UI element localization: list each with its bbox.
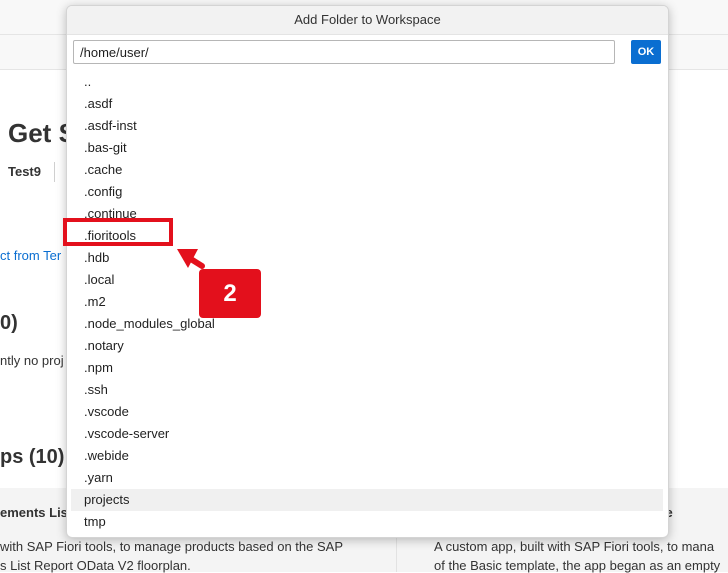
folder-item[interactable]: .yarn [71,467,663,489]
projects-heading: 0) [0,312,18,334]
folder-item[interactable]: .config [71,181,663,203]
folder-item[interactable]: .notary [71,335,663,357]
folder-item[interactable]: .bas-git [71,137,663,159]
folder-item[interactable]: .ssh [71,379,663,401]
folder-item[interactable]: .continue [71,203,663,225]
folder-item[interactable]: .asdf-inst [71,115,663,137]
card-description: A custom app, built with SAP Fiori tools… [434,539,715,554]
folder-item[interactable]: .m2 [71,291,663,313]
folder-item[interactable]: .vscode-server [71,423,663,445]
folder-item[interactable]: .hdb [71,247,663,269]
tab-separator [54,162,55,182]
dialog-title: Add Folder to Workspace [67,6,668,35]
folder-item[interactable]: .. [71,71,663,93]
folder-item[interactable]: projects [71,489,663,511]
folder-item[interactable]: .vscode [71,401,663,423]
folder-item[interactable]: .node_modules_global [71,313,663,335]
sample-apps-heading: ps (10) [0,446,65,468]
card-description: of the Basic template, the app began as … [434,558,721,573]
folder-item[interactable]: .npm [71,357,663,379]
folder-item[interactable]: .webide [71,445,663,467]
no-projects-text: ntly no proj [0,353,64,368]
tab-test9[interactable]: Test9 [8,164,41,179]
create-project-link[interactable]: ct from Ter [0,248,61,263]
card-description: with SAP Fiori tools, to manage products… [0,539,344,554]
card-description: s List Report OData V2 floorplan. [0,558,191,573]
step-badge: 2 [199,269,261,318]
add-folder-dialog: Add Folder to Workspace OK ...asdf.asdf-… [66,5,669,538]
folder-item[interactable]: .cache [71,159,663,181]
folder-path-input[interactable] [73,40,615,64]
ok-button[interactable]: OK [631,40,661,64]
folder-item[interactable]: tmp [71,511,663,533]
folder-item[interactable]: .fioritools [71,225,663,247]
folder-list: .. .asdf .asdf-inst .bas-git .cache .config .c… [71,71,663,533]
path-row: OK [73,40,663,66]
card-title: ements List [0,505,73,520]
folder-item[interactable]: .asdf [71,93,663,115]
folder-item[interactable]: .local [71,269,663,291]
